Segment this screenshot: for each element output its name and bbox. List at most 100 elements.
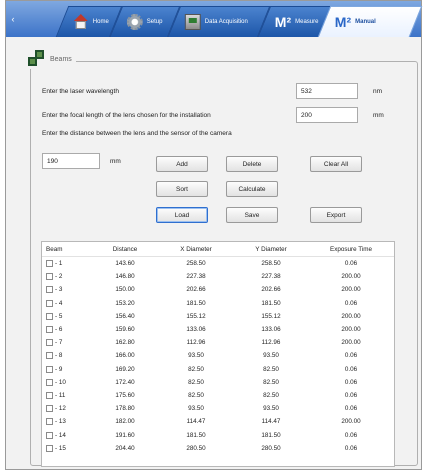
save-button[interactable]: Save <box>226 207 278 223</box>
column-header-beam[interactable]: Beam <box>42 246 92 253</box>
table-row[interactable]: - 12 178.80 93.50 93.50 0.06 <box>42 402 394 415</box>
table-row[interactable]: - 14 191.60 181.50 181.50 0.06 <box>42 428 394 441</box>
beams-table: Beam Distance X Diameter Y Diameter Expo… <box>41 241 395 467</box>
table-row[interactable]: - 15 204.40 280.50 280.50 0.06 <box>42 442 394 455</box>
beam-checkbox[interactable] <box>46 365 53 373</box>
table-row[interactable]: - 2 146.80 227.38 227.38 200.00 <box>42 270 394 283</box>
wavelength-input[interactable] <box>296 83 358 99</box>
table-row[interactable]: - 8 166.00 93.50 93.50 0.06 <box>42 349 394 362</box>
home-icon <box>73 14 89 30</box>
distance-cell: 182.00 <box>115 418 135 426</box>
distance-cell: 166.00 <box>115 352 135 360</box>
y-diameter-cell: 181.50 <box>261 431 281 439</box>
focal-length-unit: mm <box>373 112 384 119</box>
table-row[interactable]: - 4 153.20 181.50 181.50 0.06 <box>42 297 394 310</box>
exposure-time-cell: 200.00 <box>341 312 361 320</box>
x-diameter-cell: 227.38 <box>186 273 206 281</box>
beam-checkbox[interactable] <box>46 378 53 386</box>
scroll-left-icon[interactable]: ‹ <box>9 13 17 25</box>
x-diameter-cell: 112.96 <box>186 339 206 347</box>
beam-label: - 5 <box>55 312 63 320</box>
beam-checkbox[interactable] <box>46 312 53 320</box>
beam-checkbox[interactable] <box>46 273 53 281</box>
beam-checkbox[interactable] <box>46 260 53 268</box>
distance-cell: 150.00 <box>115 286 135 294</box>
beam-checkbox[interactable] <box>46 339 53 347</box>
exposure-time-cell: 200.00 <box>341 326 361 334</box>
x-diameter-cell: 258.50 <box>186 260 206 268</box>
column-header-y-diameter[interactable]: Y Diameter <box>234 246 308 253</box>
exposure-time-cell: 0.06 <box>344 378 358 386</box>
beam-cell: - 12 <box>42 405 92 413</box>
x-diameter-cell: 181.50 <box>186 431 206 439</box>
beam-checkbox[interactable] <box>46 391 53 399</box>
column-header-exposure-time[interactable]: Exposure Time <box>308 246 394 253</box>
table-row[interactable]: - 3 150.00 202.66 202.66 200.00 <box>42 283 394 296</box>
x-diameter-cell: 114.47 <box>186 418 206 426</box>
table-row[interactable]: - 6 159.60 133.06 133.06 200.00 <box>42 323 394 336</box>
y-diameter-cell: 93.50 <box>263 405 279 413</box>
beam-checkbox[interactable] <box>46 431 53 439</box>
beam-checkbox[interactable] <box>46 405 53 413</box>
beam-cell: - 5 <box>42 312 92 320</box>
distance-label: Enter the distance between the lens and … <box>42 130 232 137</box>
beam-checkbox[interactable] <box>46 418 53 426</box>
tab-data-acquisition[interactable]: Data Acquisition <box>167 6 271 37</box>
distance-unit: mm <box>110 158 121 165</box>
m2-icon: M² <box>274 14 292 30</box>
beam-cell: - 13 <box>42 418 92 426</box>
export-button[interactable]: Export <box>310 207 362 223</box>
y-diameter-cell: 133.06 <box>261 326 281 334</box>
load-button[interactable]: Load <box>156 207 208 223</box>
delete-button[interactable]: Delete <box>226 156 278 172</box>
table-row[interactable]: - 9 169.20 82.50 82.50 0.06 <box>42 363 394 376</box>
beams-icon <box>28 50 46 68</box>
beam-label: - 8 <box>55 352 63 360</box>
exposure-time-cell: 0.06 <box>344 405 358 413</box>
beam-cell: - 14 <box>42 431 92 439</box>
add-button[interactable]: Add <box>156 156 208 172</box>
table-row[interactable]: - 13 182.00 114.47 114.47 200.00 <box>42 415 394 428</box>
table-row[interactable]: - 10 172.40 82.50 82.50 0.06 <box>42 376 394 389</box>
beam-checkbox[interactable] <box>46 326 53 334</box>
exposure-time-cell: 0.06 <box>344 352 358 360</box>
distance-input[interactable] <box>42 153 100 169</box>
tab-data-acquisition-label: Data Acquisition <box>204 19 248 25</box>
tab-m2-manual[interactable]: M² Manual <box>317 6 423 37</box>
beam-label: - 7 <box>55 339 63 347</box>
distance-cell: 191.60 <box>115 431 135 439</box>
table-row[interactable]: - 5 156.40 155.12 155.12 200.00 <box>42 310 394 323</box>
beam-cell: - 1 <box>42 260 92 268</box>
beam-checkbox[interactable] <box>46 286 53 294</box>
exposure-time-cell: 0.06 <box>344 431 358 439</box>
calculate-button[interactable]: Calculate <box>226 181 278 197</box>
beam-cell: - 11 <box>42 391 92 399</box>
beam-checkbox[interactable] <box>46 444 53 452</box>
y-diameter-cell: 82.50 <box>263 365 279 373</box>
table-row[interactable]: - 1 143.60 258.50 258.50 0.06 <box>42 257 394 270</box>
y-diameter-cell: 155.12 <box>261 312 281 320</box>
y-diameter-cell: 280.50 <box>261 444 281 452</box>
beam-label: - 12 <box>55 405 66 413</box>
exposure-time-cell: 200.00 <box>341 273 361 281</box>
beam-cell: - 6 <box>42 326 92 334</box>
x-diameter-cell: 155.12 <box>186 312 206 320</box>
y-diameter-cell: 227.38 <box>261 273 281 281</box>
beam-cell: - 7 <box>42 339 92 347</box>
table-row[interactable]: - 7 162.80 112.96 112.96 200.00 <box>42 336 394 349</box>
beam-label: - 14 <box>55 431 66 439</box>
beams-group-title: Beams <box>50 55 72 63</box>
beam-checkbox[interactable] <box>46 352 53 360</box>
column-header-x-diameter[interactable]: X Diameter <box>158 246 234 253</box>
clear-all-button[interactable]: Clear All <box>310 156 362 172</box>
table-row[interactable]: - 11 175.60 82.50 82.50 0.06 <box>42 389 394 402</box>
y-diameter-cell: 112.96 <box>261 339 281 347</box>
wavelength-unit: nm <box>373 88 383 95</box>
beam-label: - 15 <box>55 444 66 452</box>
beam-checkbox[interactable] <box>46 299 53 307</box>
beam-label: - 10 <box>55 378 66 386</box>
y-diameter-cell: 202.66 <box>261 286 281 294</box>
column-header-distance[interactable]: Distance <box>92 246 158 253</box>
sort-button[interactable]: Sort <box>156 181 208 197</box>
focal-length-input[interactable] <box>296 107 358 123</box>
